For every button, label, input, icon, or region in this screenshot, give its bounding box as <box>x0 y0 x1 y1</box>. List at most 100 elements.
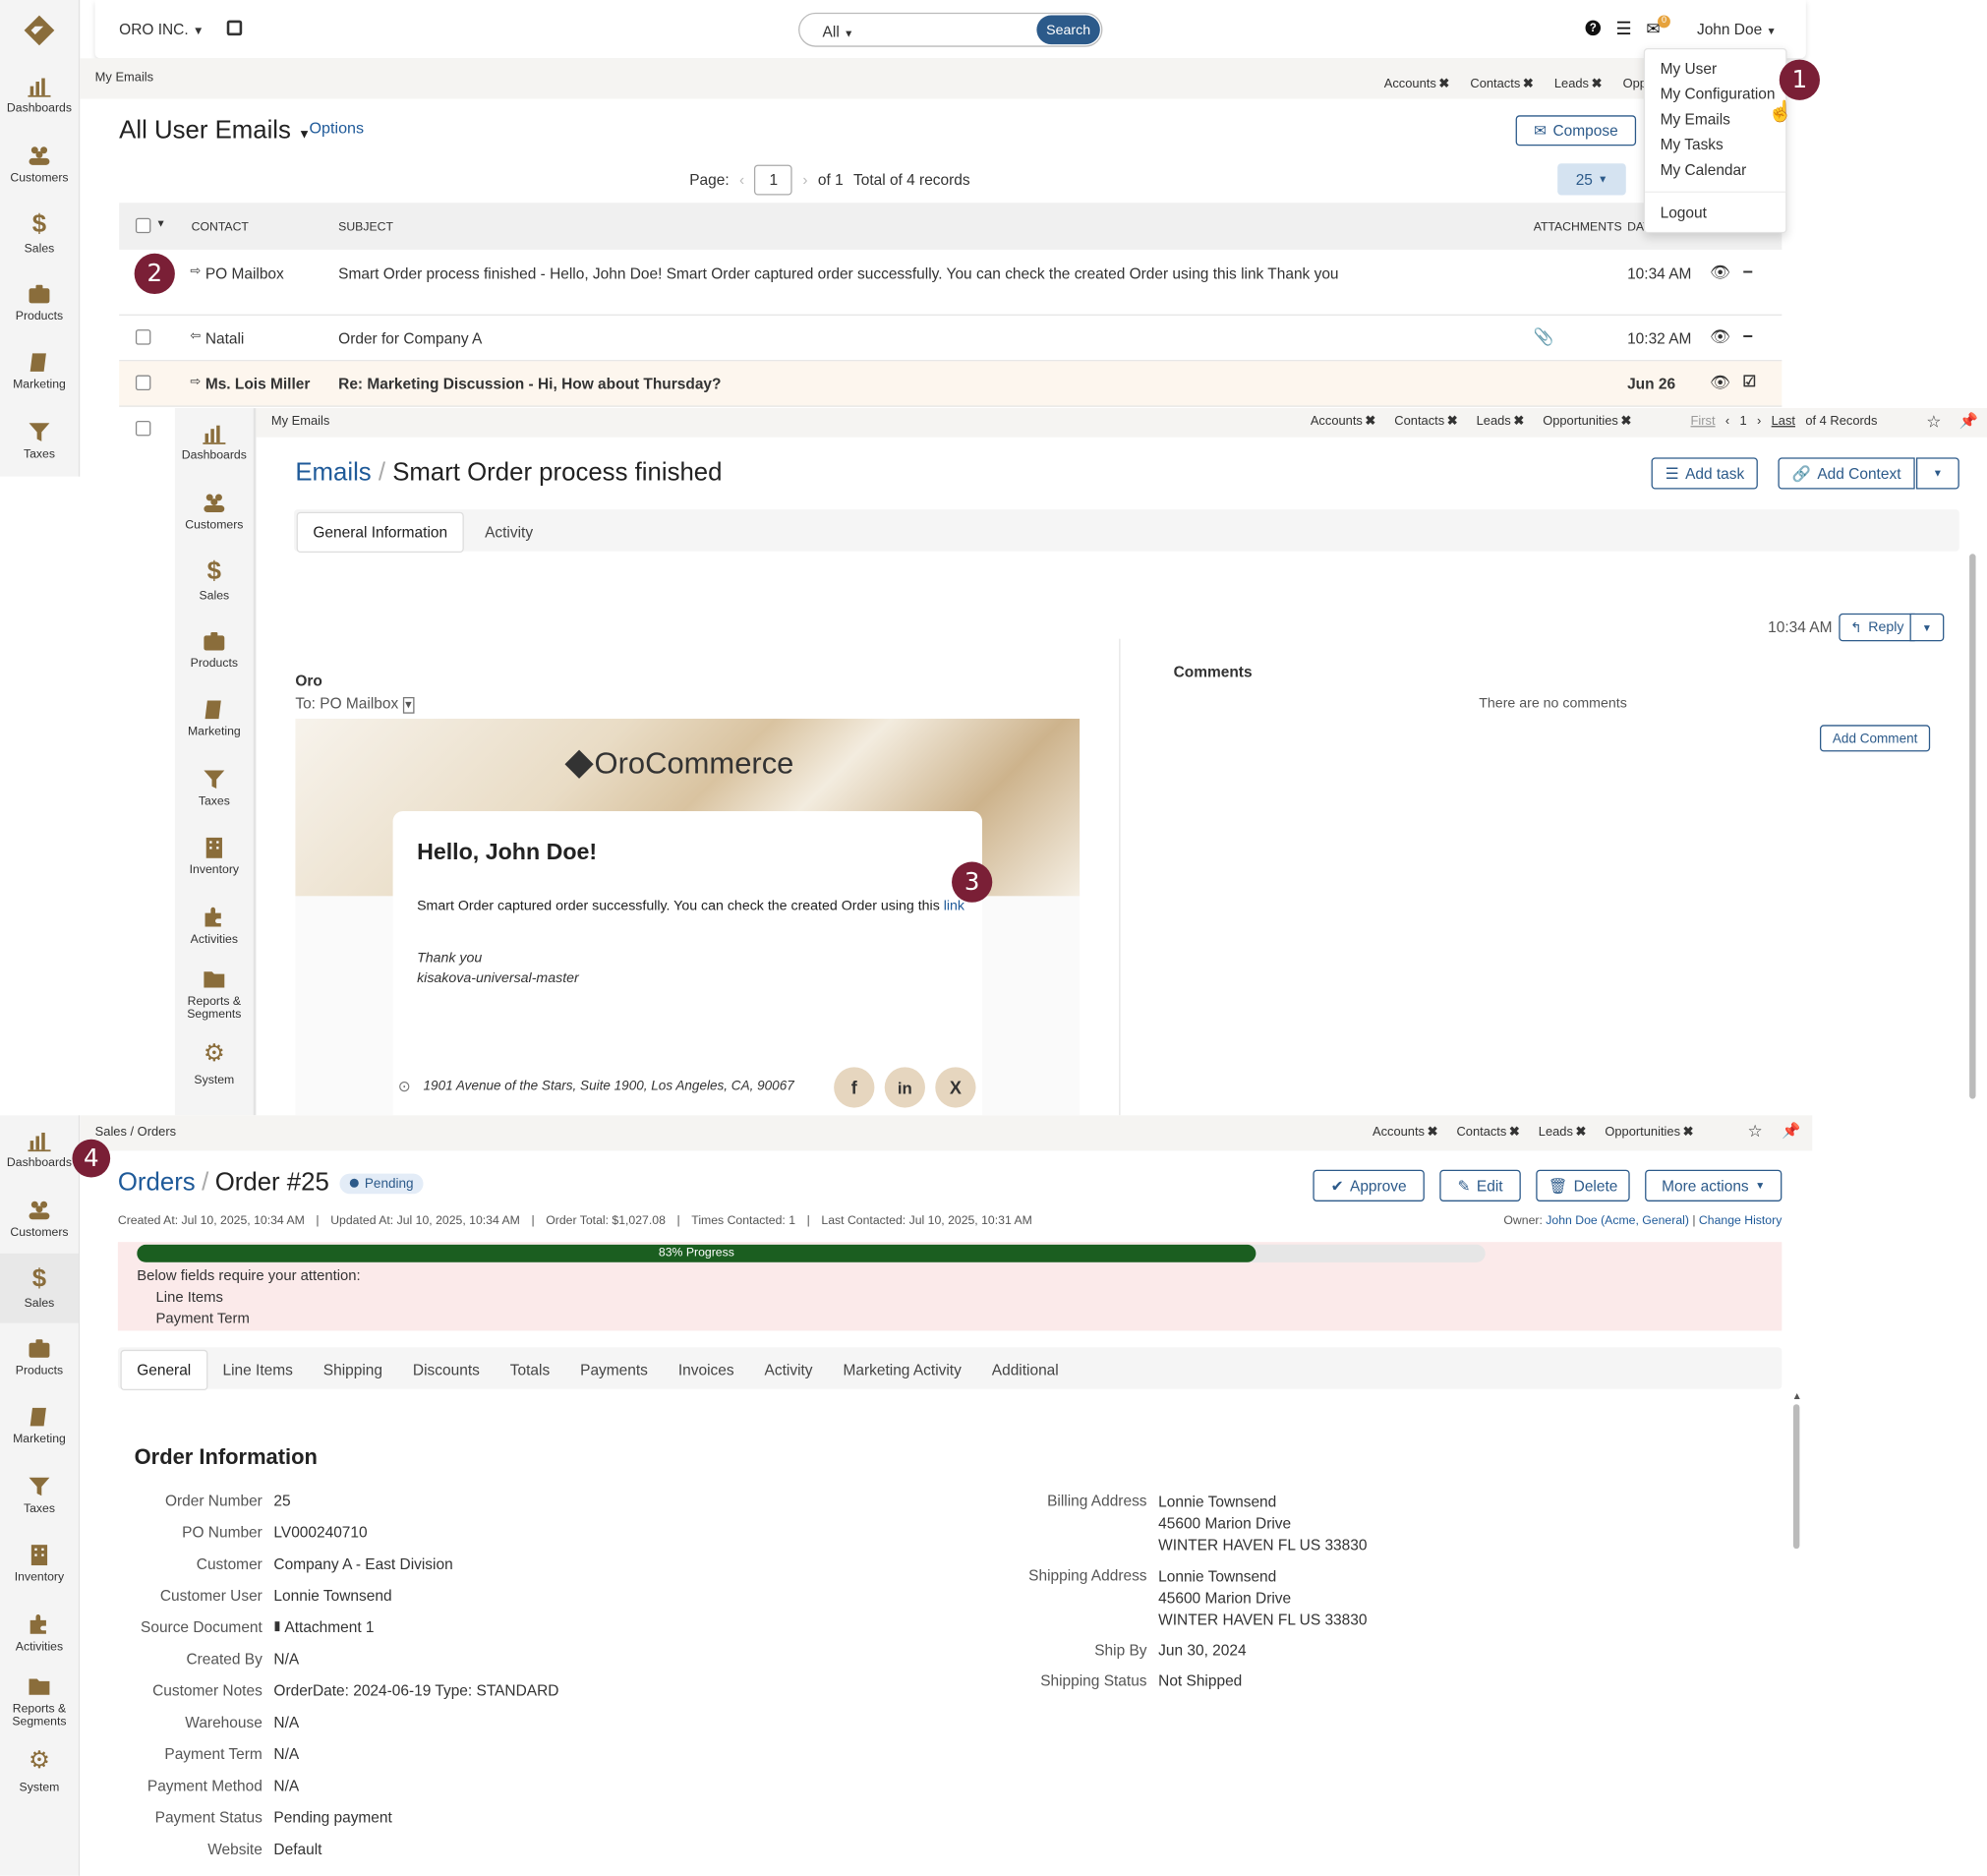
sidebar-item-activities[interactable]: Activities <box>175 892 254 961</box>
org-selector[interactable]: ORO INC. ▼ <box>119 21 204 38</box>
sidebar-item-products[interactable]: Products <box>175 616 254 684</box>
next-page-icon[interactable]: › <box>802 171 807 189</box>
sidebar-item-marketing[interactable]: Marketing <box>0 337 79 406</box>
table-row[interactable]: ⇦ Natali Order for Company A 📎 10:32 AM … <box>119 316 1782 362</box>
help-icon[interactable]: ? <box>1585 20 1602 36</box>
field-value[interactable]: Lonnie Townsend <box>273 1586 391 1604</box>
sidebar-item-system[interactable]: ⚙ System <box>175 1029 254 1098</box>
view-icon[interactable]: 👁 <box>1710 373 1730 393</box>
caret-down-icon[interactable]: ▼ <box>156 218 166 230</box>
pin-icon[interactable]: 📌 <box>1959 412 1978 430</box>
pin-accounts[interactable]: Accounts ✖ <box>1373 1126 1437 1140</box>
close-icon[interactable]: ✖ <box>1509 1126 1520 1140</box>
emails-breadcrumb-link[interactable]: Emails <box>295 459 371 487</box>
select-all-checkbox[interactable] <box>135 217 151 234</box>
sidebar-item-reports[interactable]: Reports & Segments <box>0 1668 79 1736</box>
pin-opportunities[interactable]: Opportunities ✖ <box>1605 1126 1693 1140</box>
close-icon[interactable]: ✖ <box>1447 415 1458 429</box>
page-input[interactable]: 1 <box>754 164 793 196</box>
tab-invoices[interactable]: Invoices <box>663 1351 749 1389</box>
tab-discounts[interactable]: Discounts <box>397 1351 495 1389</box>
view-icon[interactable]: 👁 <box>1710 263 1730 283</box>
search-button[interactable]: Search <box>1036 15 1100 45</box>
delete-button[interactable]: 🗑 Delete <box>1536 1169 1630 1202</box>
close-icon[interactable]: ✖ <box>1365 415 1375 429</box>
table-row[interactable]: ⇨ Ms. Lois Miller Re: Marketing Discussi… <box>119 361 1782 407</box>
pin-contacts[interactable]: Contacts ✖ <box>1394 415 1457 429</box>
sidebar-item-products[interactable]: Products <box>0 1322 79 1391</box>
close-icon[interactable]: ✖ <box>1575 1126 1586 1140</box>
prev-page-icon[interactable]: ‹ <box>739 171 744 189</box>
pin-accounts[interactable]: Accounts ✖ <box>1384 78 1449 91</box>
tab-general-information[interactable]: General Information <box>296 511 464 554</box>
add-comment-button[interactable]: Add Comment <box>1820 725 1931 752</box>
facebook-icon[interactable]: f <box>834 1067 875 1108</box>
sidebar-item-inventory[interactable]: Inventory <box>0 1530 79 1599</box>
tab-activity[interactable]: Activity <box>470 513 549 552</box>
field-value[interactable]: Attachment 1 <box>284 1617 374 1635</box>
row-checkbox[interactable] <box>135 420 151 437</box>
search-scope-select[interactable]: All ▼ <box>823 23 854 40</box>
reply-button[interactable]: ↰ Reply <box>1839 613 1916 642</box>
tab-shipping[interactable]: Shipping <box>308 1351 397 1389</box>
tab-activity[interactable]: Activity <box>749 1351 828 1389</box>
order-link[interactable]: link <box>944 899 964 913</box>
star-icon[interactable]: ☆ <box>1748 1122 1763 1143</box>
row-checkbox[interactable] <box>135 375 151 391</box>
options-link[interactable]: Options <box>310 119 365 137</box>
first-record-link[interactable]: First <box>1691 415 1716 429</box>
shortcut-icon[interactable] <box>226 20 243 36</box>
sidebar-item-dashboards[interactable]: Dashboards <box>175 408 254 477</box>
close-icon[interactable]: ✖ <box>1592 78 1603 91</box>
col-subject[interactable]: SUBJECT <box>338 220 393 234</box>
close-icon[interactable]: ✖ <box>1620 415 1631 429</box>
compose-button[interactable]: ✉ Compose <box>1515 115 1637 147</box>
close-icon[interactable]: ✖ <box>1683 1126 1694 1140</box>
sidebar-item-customers[interactable]: Customers <box>175 477 254 546</box>
add-context-button[interactable]: 🔗 Add Context <box>1778 457 1915 490</box>
sidebar-item-sales[interactable]: $ Sales <box>175 547 254 616</box>
orders-breadcrumb-link[interactable]: Orders <box>118 1168 196 1198</box>
reply-dropdown[interactable]: ▼ <box>1909 613 1945 642</box>
sidebar-item-sales[interactable]: $ Sales <box>0 199 79 267</box>
email-subject[interactable]: Smart Order process finished - Hello, Jo… <box>338 264 1338 282</box>
change-history-link[interactable]: Change History <box>1699 1214 1782 1228</box>
view-icon[interactable]: 👁 <box>1710 327 1730 348</box>
sidebar-item-inventory[interactable]: Inventory <box>175 823 254 892</box>
close-icon[interactable]: ✖ <box>1523 78 1534 91</box>
scroll-up-icon[interactable]: ▲ <box>1792 1390 1802 1402</box>
minus-icon[interactable]: − <box>1742 262 1753 282</box>
pin-leads[interactable]: Leads ✖ <box>1477 415 1525 429</box>
prev-record-icon[interactable]: ‹ <box>1725 415 1729 429</box>
tab-marketing-activity[interactable]: Marketing Activity <box>828 1351 976 1389</box>
pin-leads[interactable]: Leads ✖ <box>1554 78 1603 91</box>
col-contact[interactable]: CONTACT <box>192 220 249 234</box>
tab-line-items[interactable]: Line Items <box>207 1351 308 1389</box>
menu-icon[interactable]: ☰ <box>1615 18 1631 39</box>
x-twitter-icon[interactable]: X <box>935 1067 976 1108</box>
close-icon[interactable]: ✖ <box>1513 415 1524 429</box>
tab-payments[interactable]: Payments <box>565 1351 664 1389</box>
pin-leads[interactable]: Leads ✖ <box>1539 1126 1587 1140</box>
pin-accounts[interactable]: Accounts ✖ <box>1311 415 1375 429</box>
sidebar-item-dashboards[interactable]: Dashboards <box>0 1115 79 1184</box>
star-icon[interactable]: ☆ <box>1926 412 1941 433</box>
add-context-dropdown[interactable]: ▼ <box>1915 457 1959 490</box>
menu-item-my-configuration[interactable]: My Configuration <box>1661 85 1776 102</box>
next-record-icon[interactable]: › <box>1757 415 1761 429</box>
minus-icon[interactable]: − <box>1742 325 1753 346</box>
email-subject[interactable]: Order for Company A <box>338 329 482 347</box>
page-size-select[interactable]: 25 ▼ <box>1557 163 1626 196</box>
menu-item-my-calendar[interactable]: My Calendar <box>1661 161 1747 179</box>
pin-opportunities[interactable]: Opportunities ✖ <box>1543 415 1631 429</box>
sidebar-item-system[interactable]: ⚙ System <box>0 1737 79 1806</box>
sidebar-item-dashboards[interactable]: Dashboards <box>0 61 79 130</box>
check-icon[interactable]: ☑ <box>1742 373 1756 390</box>
edit-button[interactable]: ✎ Edit <box>1439 1169 1521 1202</box>
user-menu-toggle[interactable]: John Doe ▼ <box>1697 21 1777 38</box>
table-row[interactable]: ⇨ PO Mailbox Smart Order process finishe… <box>119 250 1782 316</box>
email-subject[interactable]: Re: Marketing Discussion - Hi, How about… <box>338 376 721 393</box>
col-attachments[interactable]: ATTACHMENTS <box>1534 220 1622 234</box>
close-icon[interactable]: ✖ <box>1438 78 1449 91</box>
sidebar-item-marketing[interactable]: Marketing <box>175 684 254 753</box>
